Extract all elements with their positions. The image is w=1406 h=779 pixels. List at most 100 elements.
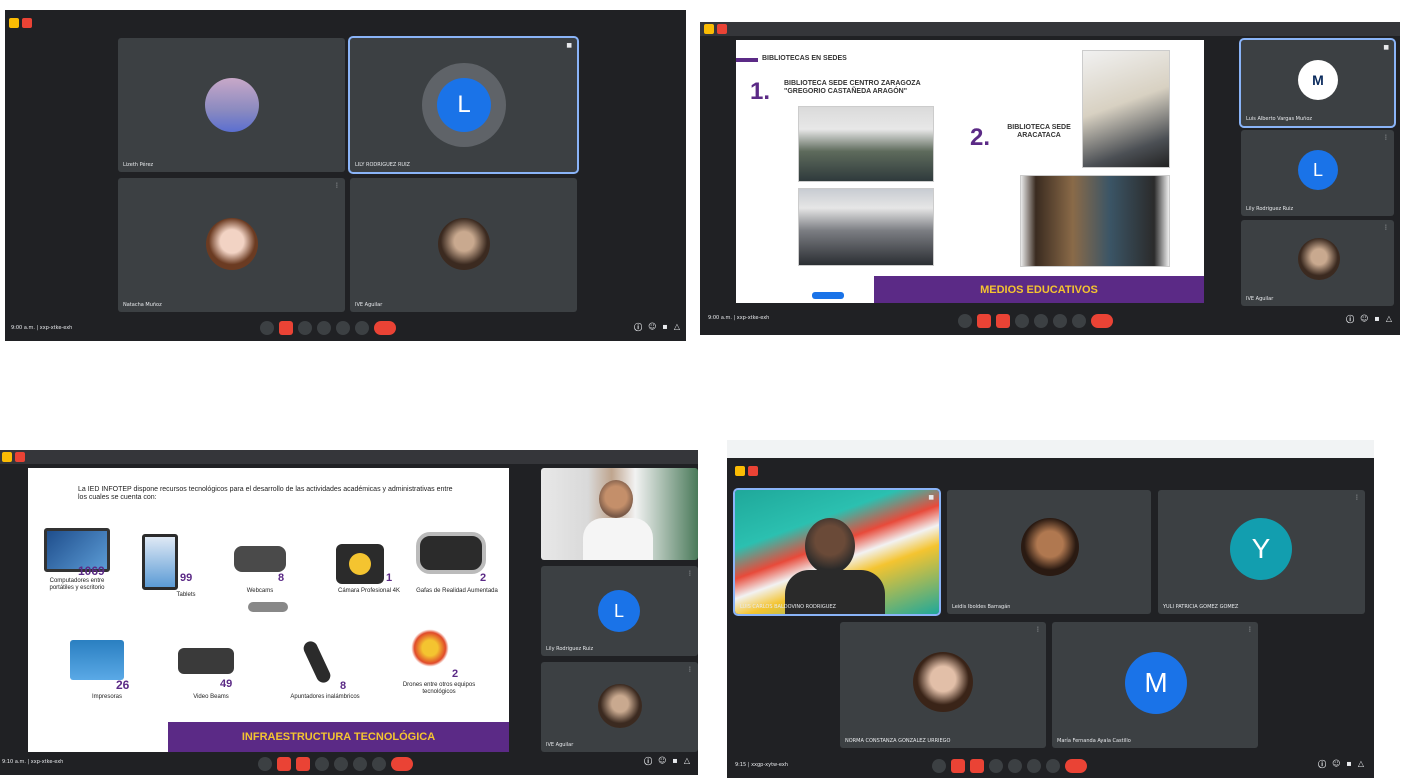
participant-tile[interactable]: ⋮ M María Fernanda Ayala Castillo xyxy=(1052,622,1258,748)
info-icon[interactable]: ⓘ xyxy=(644,756,652,767)
printer-icon xyxy=(70,640,124,680)
window-controls xyxy=(9,18,32,28)
caption-icon[interactable] xyxy=(260,321,274,335)
side-participant-tile[interactable]: ⋮ L Lily Rodriguez Ruiz xyxy=(1241,130,1394,216)
activities-icon[interactable]: △ xyxy=(1386,314,1392,325)
stat-value: 1069 xyxy=(78,564,105,578)
participant-tile[interactable]: ⋮ Natacha Muñoz xyxy=(118,178,345,312)
side-panel-icons: ⓘ ☺ ▪ △ xyxy=(634,322,680,333)
close-icon[interactable] xyxy=(15,452,25,462)
pointer-icon xyxy=(301,639,333,685)
meet-screenshot-2: BIBLIOTECAS EN SEDES 1. BIBLIOTECA SEDE … xyxy=(700,22,1400,335)
participant-name: Natacha Muñoz xyxy=(123,302,162,308)
camera-icon[interactable] xyxy=(298,321,312,335)
present-icon[interactable] xyxy=(334,757,348,771)
participant-name: Lily Rodriguez Ruiz xyxy=(1246,206,1294,212)
hangup-icon[interactable] xyxy=(1091,314,1113,328)
side-participant-tile[interactable]: ■ M Luis Alberto Vargas Muñoz xyxy=(1239,38,1396,128)
camera-off-icon[interactable] xyxy=(970,759,984,773)
vr-goggles-icon xyxy=(416,532,486,574)
close-icon[interactable] xyxy=(22,18,32,28)
side-panel-icons: ⓘ ☺ ▪ △ xyxy=(1318,759,1364,770)
mic-off-icon[interactable] xyxy=(977,314,991,328)
participant-tile[interactable]: Leidis Iboldes Barragán xyxy=(947,490,1151,614)
stat-value: 8 xyxy=(278,572,285,584)
control-bar xyxy=(958,314,1113,328)
mic-off-icon[interactable] xyxy=(279,321,293,335)
people-icon[interactable]: ☺ xyxy=(1332,759,1340,770)
people-icon[interactable]: ☺ xyxy=(1360,314,1368,325)
hand-icon[interactable] xyxy=(315,757,329,771)
meeting-info: 9:00 a.m. | xxp-xtke-exh xyxy=(11,325,73,331)
participant-name: LILY RODRIGUEZ RUIZ xyxy=(355,162,410,168)
hand-icon[interactable] xyxy=(1015,314,1029,328)
present-icon[interactable] xyxy=(1034,314,1048,328)
side-participant-tile[interactable]: ⋮ L Lily Rodriguez Ruiz xyxy=(541,566,698,656)
emoji-icon[interactable] xyxy=(353,757,367,771)
video-person-body xyxy=(583,518,653,560)
slide-section-title: BIBLIOTECAS EN SEDES xyxy=(762,55,847,62)
mic-off-icon[interactable] xyxy=(951,759,965,773)
slide-controls[interactable] xyxy=(812,292,844,299)
hangup-icon[interactable] xyxy=(374,321,396,335)
more-icon[interactable] xyxy=(355,321,369,335)
library-photo xyxy=(1082,50,1170,168)
slider-icon xyxy=(248,602,288,612)
camera-icon xyxy=(336,544,384,584)
camera-off-icon[interactable] xyxy=(296,757,310,771)
chat-icon[interactable]: ▪ xyxy=(672,756,677,767)
people-icon[interactable]: ☺ xyxy=(648,322,656,333)
side-participant-tile[interactable]: ⋮ IVE Aguilar xyxy=(1241,220,1394,306)
activities-icon[interactable]: △ xyxy=(674,322,680,333)
app-logo-icon xyxy=(2,452,12,462)
chat-icon[interactable]: ▪ xyxy=(1346,759,1351,770)
mic-off-icon[interactable] xyxy=(277,757,291,771)
activities-icon[interactable]: △ xyxy=(1358,759,1364,770)
avatar: M xyxy=(1125,652,1187,714)
info-icon[interactable]: ⓘ xyxy=(1318,759,1326,770)
hangup-icon[interactable] xyxy=(391,757,413,771)
window-controls xyxy=(2,452,25,462)
caption-icon[interactable] xyxy=(258,757,272,771)
more-icon[interactable] xyxy=(1072,314,1086,328)
caption-icon[interactable] xyxy=(932,759,946,773)
avatar: Y xyxy=(1230,518,1292,580)
close-icon[interactable] xyxy=(717,24,727,34)
people-icon[interactable]: ☺ xyxy=(658,756,666,767)
emoji-icon[interactable] xyxy=(1027,759,1041,773)
participant-tile[interactable]: ⋮ NORMA CONSTANZA GONZALEZ URRIEGO xyxy=(840,622,1046,748)
muted-icon: ⋮ xyxy=(1383,134,1389,141)
more-icon[interactable] xyxy=(372,757,386,771)
present-icon[interactable] xyxy=(1008,759,1022,773)
camera-off-icon[interactable] xyxy=(996,314,1010,328)
meet-screenshot-3: La IED INFOTEP dispone recursos tecnológ… xyxy=(0,450,698,775)
slide-banner: INFRAESTRUCTURA TECNOLÓGICA xyxy=(168,722,509,752)
info-icon[interactable]: ⓘ xyxy=(1346,314,1354,325)
participant-tile[interactable]: ⋮ Y YULI PATRICIA GOMEZ GOMEZ xyxy=(1158,490,1365,614)
info-icon[interactable]: ⓘ xyxy=(634,322,642,333)
avatar xyxy=(913,652,973,712)
activities-icon[interactable]: △ xyxy=(684,756,690,767)
tablet-icon xyxy=(142,534,178,590)
present-icon[interactable] xyxy=(336,321,350,335)
hangup-icon[interactable] xyxy=(1065,759,1087,773)
browser-bar xyxy=(727,440,1374,458)
side-participant-tile[interactable]: ⋮ IVE Aguilar xyxy=(541,662,698,752)
chat-icon[interactable]: ▪ xyxy=(1374,314,1379,325)
participant-tile[interactable]: IVE Aguilar xyxy=(350,178,577,312)
hand-icon[interactable] xyxy=(317,321,331,335)
meeting-info: 9:15 | xxgp-xytw-exh xyxy=(735,762,789,768)
control-bar xyxy=(258,757,413,771)
emoji-icon[interactable] xyxy=(1053,314,1067,328)
stat-label: Drones entre otros equipos tecnológicos xyxy=(402,682,476,696)
more-icon[interactable] xyxy=(1046,759,1060,773)
chat-icon[interactable]: ▪ xyxy=(662,322,667,333)
webcam-icon xyxy=(234,546,286,572)
participant-tile[interactable]: Lizeth Pérez xyxy=(118,38,345,172)
caption-icon[interactable] xyxy=(958,314,972,328)
hand-icon[interactable] xyxy=(989,759,1003,773)
close-icon[interactable] xyxy=(748,466,758,476)
side-participant-video[interactable] xyxy=(541,468,698,560)
participant-tile-speaking[interactable]: ■ L LILY RODRIGUEZ RUIZ xyxy=(348,36,579,174)
participant-tile-speaking[interactable]: ■ LUIS CARLOS BALDOVINO RODRIGUEZ xyxy=(733,488,941,616)
